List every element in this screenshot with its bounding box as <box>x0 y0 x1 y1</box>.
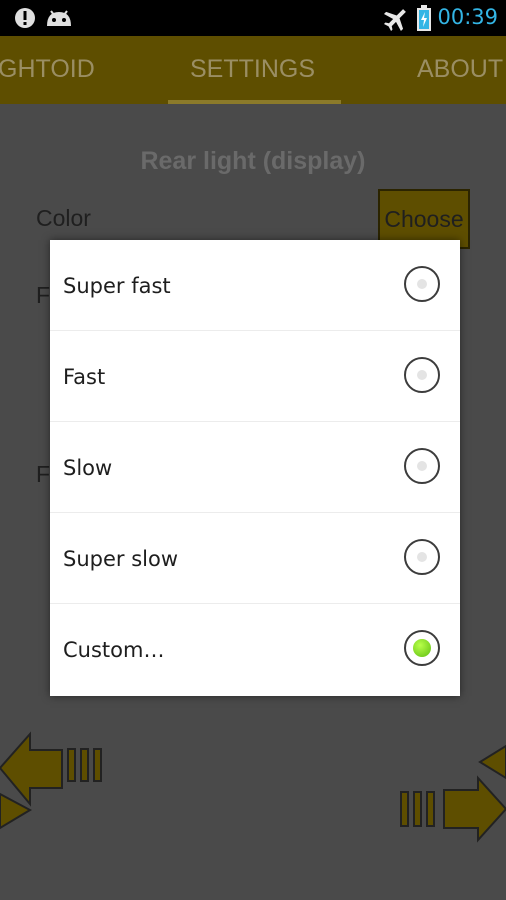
radio-button-selected[interactable] <box>404 630 440 666</box>
option-super-fast[interactable]: Super fast <box>50 240 460 331</box>
color-label: Color <box>36 205 91 231</box>
battery-charging-icon <box>417 5 431 31</box>
option-label: Custom… <box>63 638 165 662</box>
tab-lightoid[interactable]: GHTOID <box>0 36 95 104</box>
radio-indicator <box>417 461 427 471</box>
option-custom[interactable]: Custom… <box>50 604 460 694</box>
option-super-slow[interactable]: Super slow <box>50 513 460 604</box>
radio-button[interactable] <box>404 539 440 575</box>
option-label: Fast <box>63 365 106 389</box>
radio-button[interactable] <box>404 357 440 393</box>
radio-indicator <box>417 370 427 380</box>
tab-settings[interactable]: SETTINGS <box>190 36 315 104</box>
option-label: Super slow <box>63 547 178 571</box>
radio-button[interactable] <box>404 266 440 302</box>
speed-dialog: Super fast Fast Slow Super slow Custom… <box>50 240 460 696</box>
tab-about[interactable]: ABOUT <box>417 36 503 104</box>
alert-icon <box>15 8 35 28</box>
radio-indicator <box>413 639 431 657</box>
right-arrow-icon <box>400 744 506 843</box>
option-label: Slow <box>63 456 113 480</box>
airplane-icon <box>383 9 406 32</box>
android-icon <box>47 10 71 26</box>
left-arrow-icon <box>0 731 102 830</box>
radio-button[interactable] <box>404 448 440 484</box>
option-slow[interactable]: Slow <box>50 422 460 513</box>
frequency-label: F <box>36 282 51 308</box>
radio-indicator <box>417 279 427 289</box>
option-label: Super fast <box>63 274 171 298</box>
radio-indicator <box>417 552 427 562</box>
status-bar: 00:39 <box>0 0 506 36</box>
clock: 00:39 <box>437 5 498 29</box>
section-title: Rear light (display) <box>140 147 366 175</box>
option-fast[interactable]: Fast <box>50 331 460 422</box>
tab-bar: GHTOID SETTINGS ABOUT <box>0 36 506 104</box>
flash-label: F <box>36 461 51 487</box>
